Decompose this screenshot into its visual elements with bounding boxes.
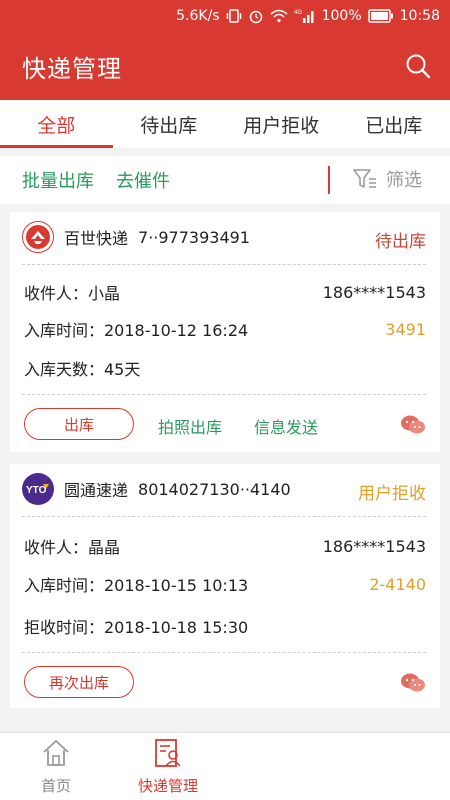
tab-all[interactable]: 全部 bbox=[0, 100, 113, 148]
page-title: 快递管理 bbox=[22, 54, 122, 83]
days-row: 入库天数：45天 bbox=[24, 356, 426, 380]
divider bbox=[22, 516, 426, 517]
best-express-logo-icon bbox=[22, 221, 54, 253]
parcel-card[interactable]: 百世快递 7··977393491 待出库 收件人：小晶 186****1543… bbox=[10, 212, 440, 452]
phone-number: 186****1543 bbox=[322, 282, 426, 302]
courier-name: 圆通速递 bbox=[64, 481, 129, 500]
days-in-storage: 入库天数：45天 bbox=[24, 360, 141, 379]
tab-out[interactable]: 已出库 bbox=[338, 100, 450, 148]
send-message-link[interactable]: 信息发送 bbox=[254, 414, 318, 438]
wechat-icon[interactable] bbox=[400, 414, 426, 436]
search-icon[interactable] bbox=[404, 52, 432, 80]
battery-level: 100% bbox=[321, 8, 362, 24]
re-out-button[interactable]: 再次出库 bbox=[24, 666, 134, 698]
tab-bar: 全部 待出库 用户拒收 已出库 bbox=[0, 100, 450, 148]
in-time-row: 入库时间：2018-10-15 10:13 2-4140 bbox=[24, 572, 426, 596]
recipient: 收件人：小晶 bbox=[24, 284, 121, 303]
nav-courier-manage[interactable]: 快递管理 bbox=[112, 733, 224, 800]
courier-manage-icon bbox=[155, 739, 181, 767]
phone-number: 186****1543 bbox=[322, 536, 426, 556]
alarm-icon bbox=[248, 8, 264, 24]
parcel-card[interactable]: YTO 圆通速递 8014027130··4140 用户拒收 收件人：晶晶 18… bbox=[10, 464, 440, 708]
nav-courier-manage-label: 快递管理 bbox=[137, 777, 198, 795]
out-button[interactable]: 出库 bbox=[24, 408, 134, 440]
app-bar: 快递管理 bbox=[0, 32, 450, 100]
filter-button[interactable]: 筛选 bbox=[352, 166, 422, 192]
tracking-number: 8014027130··4140 bbox=[138, 479, 291, 499]
nav-home-label: 首页 bbox=[40, 777, 71, 795]
recipient-row: 收件人：小晶 186****1543 bbox=[24, 280, 426, 304]
network-type: 4G bbox=[294, 10, 302, 16]
filter-icon bbox=[353, 169, 376, 188]
tab-user-rejected[interactable]: 用户拒收 bbox=[225, 100, 338, 148]
signal-icon: 4G bbox=[294, 8, 316, 24]
wifi-icon bbox=[270, 9, 288, 23]
filter-label: 筛选 bbox=[386, 170, 422, 191]
wechat-icon[interactable] bbox=[400, 672, 426, 694]
yto-express-logo-icon: YTO bbox=[22, 473, 54, 505]
tracking-number: 7··977393491 bbox=[138, 227, 250, 247]
nav-home[interactable]: 首页 bbox=[0, 733, 112, 800]
pickup-code: 2-4140 bbox=[369, 574, 426, 594]
urge-button[interactable]: 去催件 bbox=[116, 167, 170, 193]
vibrate-icon bbox=[226, 8, 242, 24]
recipient-row: 收件人：晶晶 186****1543 bbox=[24, 534, 426, 558]
in-time: 入库时间：2018-10-12 16:24 bbox=[24, 321, 249, 340]
clock: 10:58 bbox=[399, 8, 440, 24]
divider bbox=[22, 264, 426, 265]
home-icon bbox=[43, 740, 69, 766]
tab-pending-out[interactable]: 待出库 bbox=[113, 100, 226, 148]
divider bbox=[22, 652, 426, 653]
battery-icon bbox=[367, 9, 394, 23]
status-badge: 用户拒收 bbox=[358, 484, 426, 504]
batch-out-button[interactable]: 批量出库 bbox=[22, 167, 94, 193]
bottom-nav: 首页 快递管理 bbox=[0, 732, 450, 800]
in-time-row: 入库时间：2018-10-12 16:24 3491 bbox=[24, 317, 426, 341]
status-bar: 5.6K/s 4G 100% 10:58 bbox=[0, 0, 450, 32]
card-header: 百世快递 7··977393491 待出库 bbox=[10, 212, 440, 262]
card-header: YTO 圆通速递 8014027130··4140 用户拒收 bbox=[10, 464, 440, 514]
courier-name: 百世快递 bbox=[64, 229, 129, 248]
action-bar: 批量出库 去催件 筛选 bbox=[0, 156, 450, 204]
divider bbox=[22, 394, 426, 395]
pickup-code: 3491 bbox=[385, 319, 426, 339]
in-time: 入库时间：2018-10-15 10:13 bbox=[24, 576, 249, 595]
photo-out-link[interactable]: 拍照出库 bbox=[158, 414, 222, 438]
recipient: 收件人：晶晶 bbox=[24, 538, 121, 557]
status-badge: 待出库 bbox=[375, 232, 426, 252]
divider bbox=[328, 166, 330, 194]
reject-time-row: 拒收时间：2018-10-18 15:30 bbox=[24, 614, 426, 638]
reject-time: 拒收时间：2018-10-18 15:30 bbox=[24, 618, 249, 637]
network-speed: 5.6K/s bbox=[176, 8, 220, 24]
svg-text:YTO: YTO bbox=[26, 485, 47, 496]
